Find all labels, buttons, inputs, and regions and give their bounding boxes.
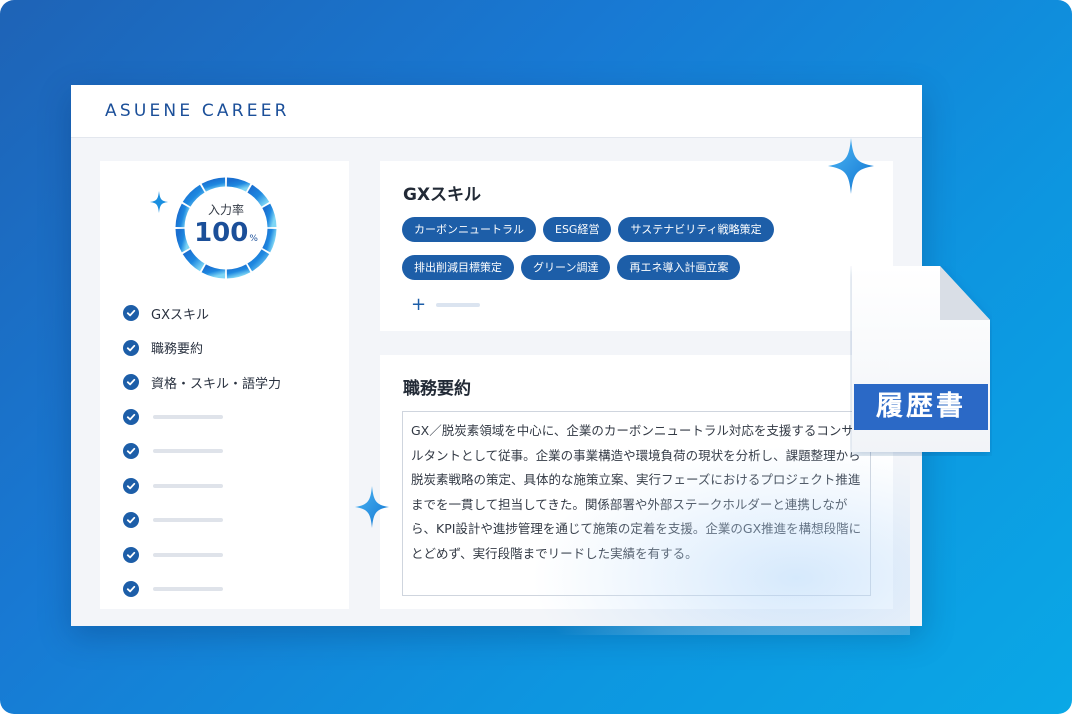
- section-checklist: GXスキル職務要約資格・スキル・語学力: [123, 296, 333, 607]
- ring-segment: [226, 177, 251, 192]
- sparkle-icon: [150, 191, 168, 213]
- resume-label: 履歴書: [854, 384, 988, 430]
- summary-title: 職務要約: [403, 379, 471, 399]
- ring-segment: [201, 264, 226, 279]
- checklist-item[interactable]: [123, 538, 333, 573]
- summary-card: 職務要約 GX／脱炭素領域を中心に、企業のカーボンニュートラル対応を支援するコン…: [380, 355, 910, 635]
- skill-tag[interactable]: サステナビリティ戦略策定: [618, 217, 774, 242]
- checklist-item[interactable]: 資格・スキル・語学力: [123, 365, 333, 400]
- add-skill-placeholder: [436, 303, 481, 307]
- completion-number: 100: [194, 218, 249, 248]
- ring-segment: [247, 249, 270, 272]
- skill-tag[interactable]: 排出削減目標策定: [402, 255, 514, 280]
- ring-segment: [226, 264, 251, 279]
- skill-tag-list: カーボンニュートラル ESG経営 サステナビリティ戦略策定排出削減目標策定 グリーン調…: [402, 217, 822, 280]
- sparkle-icon: [828, 138, 874, 194]
- checklist-placeholder: [153, 587, 223, 592]
- skill-tag[interactable]: カーボンニュートラル: [402, 217, 536, 242]
- skill-tag[interactable]: グリーン調達: [521, 255, 611, 280]
- checklist-item[interactable]: 職務要約: [123, 331, 333, 366]
- check-circle-icon: [123, 581, 139, 598]
- checklist-item[interactable]: GXスキル: [123, 296, 333, 331]
- checklist-item[interactable]: [123, 572, 333, 607]
- hero-canvas: ASUENE CAREER 入力率 100% GXスキル 職務要約 資格・スキル・語…: [0, 0, 1072, 714]
- checklist-placeholder: [153, 483, 223, 488]
- plus-icon[interactable]: +: [411, 296, 426, 314]
- checklist-placeholder: [153, 449, 223, 454]
- checklist-item[interactable]: [123, 503, 333, 538]
- completion-ring: 入力率 100%: [174, 176, 278, 280]
- checklist-item[interactable]: [123, 400, 333, 435]
- skills-card: GXスキル カーボンニュートラル ESG経営 サステナビリティ戦略策定排出削減目標策…: [380, 161, 893, 331]
- check-circle-icon: [123, 305, 139, 322]
- check-circle-icon: [123, 408, 139, 425]
- check-circle-icon: [123, 477, 139, 494]
- summary-textarea[interactable]: GX／脱炭素領域を中心に、企業のカーボンニュートラル対応を支援するコンサルタント…: [402, 411, 871, 596]
- checklist-label: 資格・スキル・語学力: [151, 376, 282, 392]
- skill-tag[interactable]: 再エネ導入計画立案: [617, 255, 741, 280]
- checklist-item[interactable]: [123, 434, 333, 469]
- checklist-item[interactable]: [123, 469, 333, 504]
- check-circle-icon: [123, 512, 139, 529]
- ring-segment: [201, 177, 226, 192]
- add-skill-row[interactable]: +: [411, 296, 481, 314]
- check-circle-icon: [123, 443, 139, 460]
- check-circle-icon: [123, 546, 139, 563]
- completion-unit: %: [249, 234, 258, 244]
- checklist-label: GXスキル: [151, 307, 209, 323]
- sparkle-icon: [355, 486, 389, 528]
- checklist-label: 職務要約: [151, 342, 204, 358]
- checklist-placeholder: [153, 414, 223, 419]
- progress-panel: 入力率 100% GXスキル職務要約資格・スキル・語学力: [100, 161, 349, 609]
- checklist-placeholder: [153, 518, 223, 523]
- completion-label: 入力率: [207, 203, 244, 217]
- app-window: ASUENE CAREER 入力率 100% GXスキル 職務要約 資格・スキル・語…: [71, 85, 922, 635]
- app-header: ASUENE CAREER: [71, 85, 922, 138]
- skill-tag[interactable]: ESG経営: [543, 217, 612, 242]
- check-circle-icon: [123, 339, 139, 356]
- check-circle-icon: [123, 374, 139, 391]
- skills-title: GXスキル: [403, 185, 482, 205]
- ring-segment: [182, 249, 205, 272]
- completion-value: 100%: [174, 218, 278, 248]
- checklist-placeholder: [153, 552, 223, 557]
- brand-logo[interactable]: ASUENE CAREER: [105, 101, 290, 121]
